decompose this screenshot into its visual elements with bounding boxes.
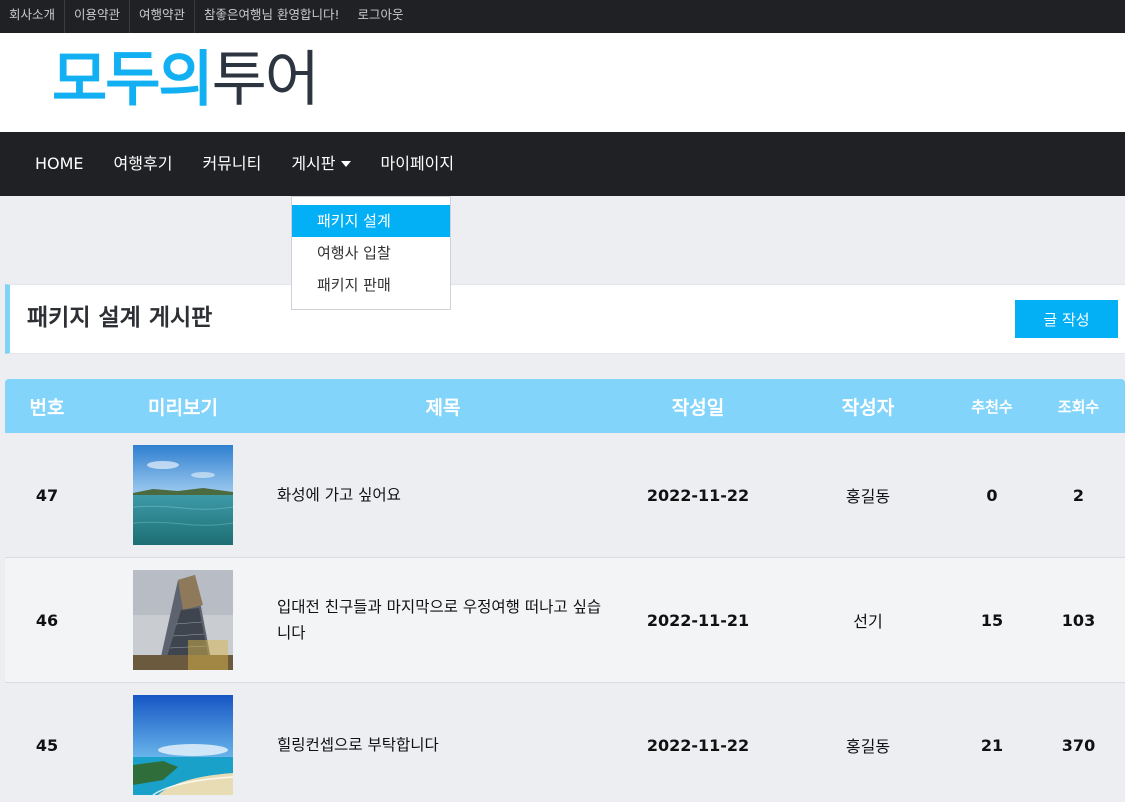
post-title[interactable]: 화성에 가고 싶어요	[277, 482, 609, 508]
preview-cell	[89, 445, 277, 545]
post-number: 45	[35, 735, 59, 755]
table-row[interactable]: 47 화성에 가고 싶어요 2022-11-22 홍길동 0 2	[5, 433, 1125, 558]
top-utility-bar: 회사소개 이용약관 여행약관 참좋은여행님 환영합니다! 로그아웃	[0, 0, 1125, 33]
main-nav: HOME 여행후기 커뮤니티 게시판 마이페이지	[0, 132, 1125, 196]
company-intro-link[interactable]: 회사소개	[0, 0, 66, 33]
header-date: 작성일	[671, 396, 725, 419]
logo-part-2: 투어	[211, 45, 320, 115]
preview-cell	[89, 695, 277, 795]
nav-item-mypage[interactable]: 마이페이지	[366, 132, 470, 196]
post-recommend-count: 0	[986, 485, 998, 505]
welcome-message: 참좋은여행님 환영합니다!	[204, 7, 340, 22]
board-title: 패키지 설계 게시판	[27, 305, 213, 331]
post-number: 46	[35, 610, 59, 630]
post-recommend-count: 21	[980, 735, 1004, 755]
post-view-count: 370	[1061, 735, 1096, 755]
logo-part-1: 모두의	[52, 45, 214, 115]
sea-icon[interactable]	[133, 445, 233, 545]
nav-item-reviews[interactable]: 여행후기	[99, 132, 188, 196]
table-header-row: 번호 미리보기 제목 작성일 작성자 추천수 조회수	[5, 379, 1125, 433]
table-row[interactable]: 45 힐링컨셉으로 부탁합니다 2022-11-22 홍길동 21 370	[5, 683, 1125, 802]
header-preview: 미리보기	[148, 396, 218, 419]
post-title[interactable]: 입대전 친구들과 마지막으로 우정여행 떠나고 싶습니다	[277, 594, 609, 646]
board-dropdown-menu: 패키지 설계 여행사 입찰 패키지 판매	[291, 196, 451, 310]
post-date: 2022-11-22	[646, 485, 750, 505]
post-author: 선기	[853, 612, 883, 631]
write-post-button[interactable]: 글 작성	[1015, 300, 1118, 338]
dropdown-item-package-design[interactable]: 패키지 설계	[292, 205, 450, 237]
board-header: 패키지 설계 게시판 글 작성	[5, 284, 1125, 354]
nav-item-board[interactable]: 게시판	[276, 132, 365, 196]
nav-item-community[interactable]: 커뮤니티	[187, 132, 276, 196]
beach-icon[interactable]	[133, 695, 233, 795]
post-date: 2022-11-21	[646, 610, 750, 630]
post-view-count: 2	[1072, 485, 1085, 505]
post-author: 홍길동	[845, 487, 891, 506]
post-recommend-count: 15	[980, 610, 1004, 630]
building-icon[interactable]	[133, 570, 233, 670]
post-view-count: 103	[1061, 610, 1096, 630]
header-recommend: 추천수	[971, 397, 1013, 416]
preview-cell	[89, 570, 277, 670]
caret-down-icon	[340, 161, 351, 167]
logout-link[interactable]: 로그아웃	[349, 0, 413, 33]
travel-terms-link[interactable]: 여행약관	[130, 0, 196, 33]
header-author: 작성자	[841, 396, 895, 419]
header-views: 조회수	[1057, 397, 1100, 416]
dropdown-item-package-sales[interactable]: 패키지 판매	[292, 269, 450, 301]
nav-item-board-label: 게시판	[291, 154, 336, 173]
header-title: 제목	[425, 396, 461, 419]
post-date: 2022-11-22	[646, 735, 750, 755]
post-author: 홍길동	[845, 737, 891, 756]
site-logo[interactable]: 모두의투어	[52, 43, 320, 117]
header-number: 번호	[29, 396, 65, 419]
nav-item-home[interactable]: HOME	[20, 132, 99, 196]
table-row[interactable]: 46 입대전 친구들과 마지막으로 우정여행 떠나고 싶습니다 2022-11-…	[5, 558, 1125, 683]
terms-of-use-link[interactable]: 이용약관	[65, 0, 131, 33]
post-title[interactable]: 힐링컨셉으로 부탁합니다	[277, 732, 609, 758]
site-header: 모두의투어	[0, 33, 1125, 132]
post-number: 47	[35, 485, 59, 505]
post-table: 번호 미리보기 제목 작성일 작성자 추천수 조회수 47 화성에 가고 싶어요…	[5, 379, 1125, 802]
dropdown-item-agency-bidding[interactable]: 여행사 입찰	[292, 237, 450, 269]
